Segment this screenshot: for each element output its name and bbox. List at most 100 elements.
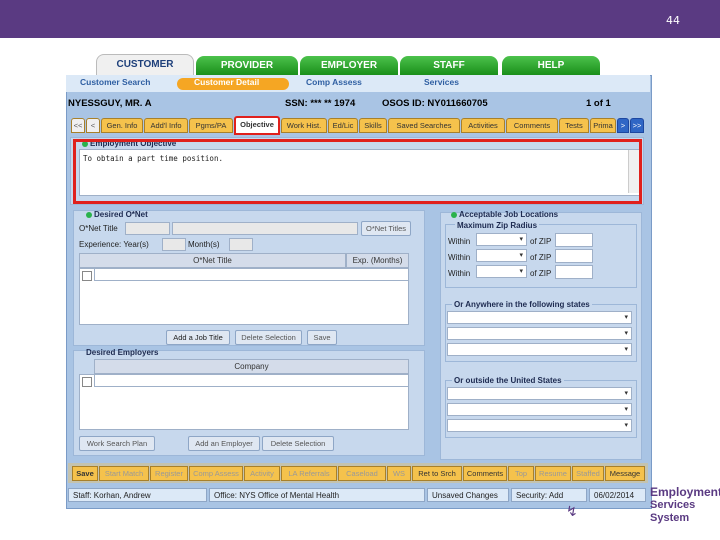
required-dot-icon — [86, 212, 92, 218]
tab-provider[interactable]: PROVIDER — [196, 56, 298, 75]
subnav-comp-assess[interactable]: Comp Assess — [306, 77, 362, 87]
tab-comments[interactable]: Comments — [506, 118, 558, 133]
objective-highlight-box — [73, 139, 642, 204]
within-label: Within — [448, 253, 471, 262]
radius-select[interactable]: ▾ — [476, 249, 527, 262]
zip-field[interactable] — [555, 249, 593, 263]
status-security: Security: Add — [511, 488, 587, 502]
tab-tests[interactable]: Tests — [559, 118, 589, 133]
outside-us-title: Or outside the United States — [452, 376, 564, 385]
tab-skills[interactable]: Skills — [359, 118, 387, 133]
of-zip-label: of ZIP — [530, 269, 552, 278]
onet-row[interactable] — [94, 268, 409, 281]
zip-radius-title: Maximum Zip Radius — [455, 221, 540, 230]
bottom-top-button[interactable]: Top — [508, 466, 534, 481]
add-employer-button[interactable]: Add an Employer — [188, 436, 260, 451]
bottom-register-button[interactable]: Register — [150, 466, 188, 481]
onet-title: Desired O*Net — [94, 210, 148, 219]
bottom-ws-button[interactable]: WS — [387, 466, 411, 481]
tab-ed-lic[interactable]: Ed/Lic — [328, 118, 358, 133]
employer-row[interactable] — [94, 374, 409, 387]
subnav-customer-detail[interactable]: Customer Detail — [194, 77, 259, 87]
tab-last[interactable]: >> — [630, 118, 644, 133]
tab-work-hist[interactable]: Work Hist. — [281, 118, 327, 133]
tab-pgms-pa[interactable]: Pgms/PA — [189, 118, 233, 133]
tab-next[interactable]: > — [617, 118, 629, 133]
subnav-customer-search[interactable]: Customer Search — [80, 77, 150, 87]
tab-staff[interactable]: STAFF — [400, 56, 498, 75]
onet-titles-button[interactable]: O*Net Titles — [361, 221, 411, 236]
tab-help[interactable]: HELP — [502, 56, 600, 75]
ess-logo: Employment Services System — [650, 486, 720, 525]
experience-years-field[interactable] — [162, 238, 186, 251]
experience-label: Experience: Year(s) — [79, 240, 149, 249]
employer-row-checkbox[interactable] — [82, 377, 92, 387]
locations-title: Acceptable Job Locations — [459, 210, 559, 219]
of-zip-label: of ZIP — [530, 237, 552, 246]
tab-prev[interactable]: < — [86, 118, 100, 133]
tab-first[interactable]: << — [71, 118, 85, 133]
onet-title-field[interactable] — [172, 222, 358, 235]
bottom-message-button[interactable]: Message — [605, 466, 645, 481]
record-page: 1 of 1 — [586, 98, 611, 109]
within-label: Within — [448, 237, 471, 246]
required-dot-icon — [451, 212, 457, 218]
status-office: Office: NYS Office of Mental Health — [209, 488, 425, 502]
bottom-save-button[interactable]: Save — [72, 466, 98, 481]
onet-code-field[interactable] — [125, 222, 170, 235]
anywhere-states-title: Or Anywhere in the following states — [452, 300, 592, 309]
experience-months-field[interactable] — [229, 238, 253, 251]
tab-gen-info[interactable]: Gen. Info — [101, 118, 143, 133]
onet-row-checkbox[interactable] — [82, 271, 92, 281]
onet-col-title: O*Net Title — [79, 253, 346, 268]
logo-line2: Services System — [650, 499, 696, 524]
state-select[interactable]: ▾ — [447, 327, 632, 340]
tab-objective[interactable]: Objective — [234, 116, 280, 135]
state-select[interactable]: ▾ — [447, 311, 632, 324]
tab-employer[interactable]: EMPLOYER — [300, 56, 398, 75]
bottom-comp-assess-button[interactable]: Comp Assess — [189, 466, 243, 481]
status-changes: Unsaved Changes — [427, 488, 509, 502]
tab-prima[interactable]: Prima — [590, 118, 616, 133]
zip-field[interactable] — [555, 265, 593, 279]
delete-employer-selection-button[interactable]: Delete Selection — [262, 436, 334, 451]
of-zip-label: of ZIP — [530, 253, 552, 262]
tab-addl-info[interactable]: Add'l Info — [144, 118, 188, 133]
bottom-resume-button[interactable]: Resume — [535, 466, 571, 481]
zip-field[interactable] — [555, 233, 593, 247]
delete-onet-selection-button[interactable]: Delete Selection — [235, 330, 302, 345]
bottom-ret-to-srch-button[interactable]: Ret to Srch — [412, 466, 462, 481]
employers-title: Desired Employers — [86, 348, 159, 357]
status-staff: Staff: Korhan, Andrew — [68, 488, 207, 502]
radius-select[interactable]: ▾ — [476, 233, 527, 246]
tab-saved-searches[interactable]: Saved Searches — [388, 118, 460, 133]
add-job-title-button[interactable]: Add a Job Title — [166, 330, 230, 345]
work-search-plan-button[interactable]: Work Search Plan — [79, 436, 155, 451]
bottom-la-referrals-button[interactable]: LA Referrals — [281, 466, 337, 481]
bottom-caseload-button[interactable]: Caseload — [338, 466, 386, 481]
bottom-activity-button[interactable]: Activity — [244, 466, 280, 481]
country-select[interactable]: ▾ — [447, 419, 632, 432]
tab-customer[interactable]: CUSTOMER — [96, 54, 194, 76]
save-onet-button[interactable]: Save — [307, 330, 337, 345]
customer-osos-id: OSOS ID: NY011660705 — [382, 98, 488, 109]
subnav-services[interactable]: Services — [424, 77, 459, 87]
customer-ssn: SSN: *** ** 1974 — [285, 98, 356, 109]
tab-activities[interactable]: Activities — [461, 118, 505, 133]
bottom-start-match-button[interactable]: Start Match — [99, 466, 149, 481]
page-number: 44 — [666, 14, 680, 27]
status-date: 06/02/2014 — [589, 488, 646, 502]
country-select[interactable]: ▾ — [447, 387, 632, 400]
radius-select[interactable]: ▾ — [476, 265, 527, 278]
bottom-staffed-button[interactable]: Staffed — [572, 466, 604, 481]
within-label: Within — [448, 269, 471, 278]
logo-mark-icon: ↯ — [566, 503, 578, 519]
slide-header-bar — [0, 0, 720, 38]
employers-col-company: Company — [94, 359, 409, 374]
bottom-comments-button[interactable]: Comments — [463, 466, 507, 481]
logo-line1: Employment — [650, 485, 720, 499]
customer-name: NYESSGUY, MR. A — [68, 98, 152, 109]
state-select[interactable]: ▾ — [447, 343, 632, 356]
months-label: Month(s) — [188, 240, 220, 249]
country-select[interactable]: ▾ — [447, 403, 632, 416]
